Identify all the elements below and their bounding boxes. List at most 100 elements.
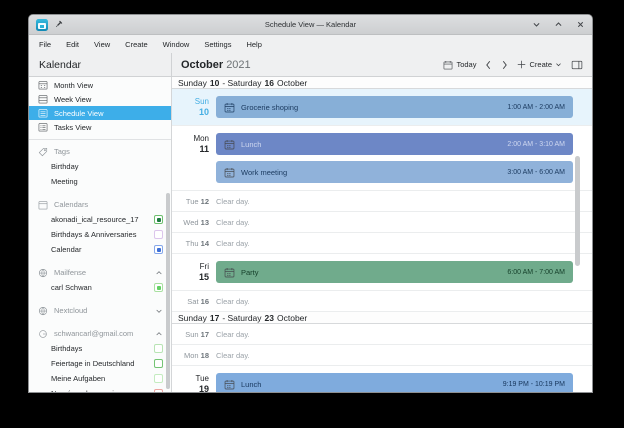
pin-icon[interactable] (54, 20, 63, 29)
day-row-thu-14: Thu 14 Clear day. (172, 233, 592, 254)
day-label: Mon 18 (183, 350, 209, 360)
calendar-item-feiertage[interactable]: Feiertage in Deutschland (29, 356, 171, 371)
calendars-label: Calendars (54, 200, 89, 209)
event-calendar-icon (224, 102, 235, 113)
today-label: Today (456, 60, 477, 69)
globe-icon (38, 306, 48, 316)
next-button[interactable] (501, 60, 508, 70)
calendar-checkbox[interactable] (154, 230, 163, 239)
tags-label: Tags (54, 147, 70, 156)
day-row-fri-15: Fri 15 Party 6:00 AM - 7:00 AM (172, 254, 592, 291)
account-nextcloud-header[interactable]: Nextcloud (29, 303, 171, 318)
event-calendar-icon (224, 139, 235, 150)
menu-view[interactable]: View (94, 40, 110, 49)
tag-icon (38, 147, 48, 157)
calendar-item-birthdays[interactable]: Birthdays (29, 341, 171, 356)
day-label: Wed 13 (183, 217, 209, 227)
sidebar-item-schedule-view[interactable]: Schedule View (29, 106, 171, 120)
calendar-item-calendar[interactable]: Calendar (29, 242, 171, 257)
week-header: Sunday 17- Saturday 23 October (172, 312, 592, 324)
sidebar-item-label: Month View (54, 80, 94, 90)
create-label: Create (529, 60, 552, 69)
calendar-checkbox[interactable] (154, 245, 163, 254)
menu-file[interactable]: File (39, 40, 51, 49)
chevron-up-icon[interactable] (155, 269, 163, 277)
create-button[interactable]: Create (517, 60, 562, 69)
event-lunch[interactable]: Lunch 2:00 AM - 3:10 AM (216, 133, 573, 155)
event-work-meeting[interactable]: Work meeting 3:00 AM - 6:00 AM (216, 161, 573, 183)
week-view-icon (38, 94, 48, 104)
calendar-checkbox[interactable] (154, 215, 163, 224)
sidebar-item-month-view[interactable]: Month View (29, 78, 171, 92)
schedule-view: Sunday 10- Saturday 16 October Sun 10 Groce… (172, 77, 592, 392)
chevron-down-icon (555, 61, 562, 68)
calendar-checkbox[interactable] (154, 389, 163, 392)
day-label: Sun 10 (194, 97, 209, 117)
day-label: Sun 17 (185, 329, 209, 339)
day-label: Tue 12 (185, 196, 209, 206)
calendar-item-carl-schwan[interactable]: carl Schwan (29, 280, 171, 295)
event-party[interactable]: Party 6:00 AM - 7:00 AM (216, 261, 573, 283)
sidebar-scrollbar[interactable] (166, 193, 170, 389)
calendar-checkbox[interactable] (154, 374, 163, 383)
event-grocerie-shoping[interactable]: Grocerie shoping 1:00 AM - 2:00 AM (216, 96, 573, 118)
chevron-down-icon[interactable] (155, 307, 163, 315)
sidebar-item-label: Schedule View (54, 108, 104, 118)
menu-settings[interactable]: Settings (204, 40, 231, 49)
schedule-view-icon (38, 108, 48, 118)
google-icon (38, 329, 48, 339)
calendar-item-meine-aufgaben[interactable]: Meine Aufgaben (29, 371, 171, 386)
previous-button[interactable] (485, 60, 492, 70)
month-label: October (181, 58, 224, 71)
day-label: Tue 19 (195, 374, 210, 392)
sidebar-item-week-view[interactable]: Week View (29, 92, 171, 106)
sidebar: Month View Week View Schedule View Tasks… (29, 77, 172, 392)
chevron-up-icon[interactable] (155, 330, 163, 338)
calendar-item-birthdays-anniversaries[interactable]: Birthdays & Anniversaries (29, 227, 171, 242)
day-row-tue-19: Tue 19 Lunch 9:19 PM - 10:19 PM (172, 366, 592, 392)
calendar-checkbox[interactable] (154, 344, 163, 353)
calendar-checkbox[interactable] (154, 283, 163, 292)
calendar-icon (443, 60, 453, 70)
event-calendar-icon (224, 267, 235, 278)
globe-icon (38, 268, 48, 278)
minimize-button[interactable] (532, 20, 541, 29)
calendar-checkbox[interactable] (154, 359, 163, 368)
day-row-mon-11: Mon 11 Lunch 2:00 AM - 3:10 AM Work meet… (172, 126, 592, 191)
schedule-scrollbar[interactable] (575, 156, 580, 266)
month-title: October 2021 (181, 59, 251, 71)
maximize-button[interactable] (554, 20, 563, 29)
event-calendar-icon (224, 167, 235, 178)
year-label: 2021 (226, 58, 251, 71)
month-view-icon (38, 80, 48, 90)
calendars-section-header[interactable]: Calendars (29, 197, 171, 212)
toggle-right-panel-button[interactable] (571, 60, 583, 70)
app-name: Kalendar (29, 53, 172, 76)
close-button[interactable] (576, 20, 585, 29)
menu-edit[interactable]: Edit (66, 40, 79, 49)
week-header: Sunday 10- Saturday 16 October (172, 77, 592, 89)
day-label: Thu 14 (185, 238, 209, 248)
day-row-sun-10: Sun 10 Grocerie shoping 1:00 AM - 2:00 A… (172, 89, 592, 126)
tag-item-birthday[interactable]: Birthday (29, 159, 171, 174)
account-mailfense-header[interactable]: Mailfense (29, 265, 171, 280)
event-calendar-icon (224, 379, 235, 390)
calendar-item-akonadi[interactable]: akonadi_ical_resource_17 (29, 212, 171, 227)
tags-section-header[interactable]: Tags (29, 144, 171, 159)
day-label: Sat 16 (187, 296, 209, 306)
account-google-header[interactable]: schwancarl@gmail.com (29, 326, 171, 341)
kalendar-app-icon (36, 18, 48, 31)
day-row-sun-17: Sun 17 Clear day. (172, 324, 592, 345)
day-row-sat-16: Sat 16 Clear day. (172, 291, 592, 312)
sidebar-item-tasks-view[interactable]: Tasks View (29, 120, 171, 134)
today-button[interactable]: Today (443, 60, 476, 70)
tag-item-meeting[interactable]: Meeting (29, 174, 171, 189)
calendar-item-numeros-de-semaine[interactable]: Numéros de semaine (29, 386, 171, 392)
event-lunch[interactable]: Lunch 9:19 PM - 10:19 PM (216, 373, 573, 392)
menu-window[interactable]: Window (163, 40, 190, 49)
menubar: File Edit View Create Window Settings He… (29, 35, 592, 53)
calendar-icon (38, 200, 48, 210)
menu-help[interactable]: Help (246, 40, 261, 49)
menu-create[interactable]: Create (125, 40, 148, 49)
tasks-view-icon (38, 122, 48, 132)
